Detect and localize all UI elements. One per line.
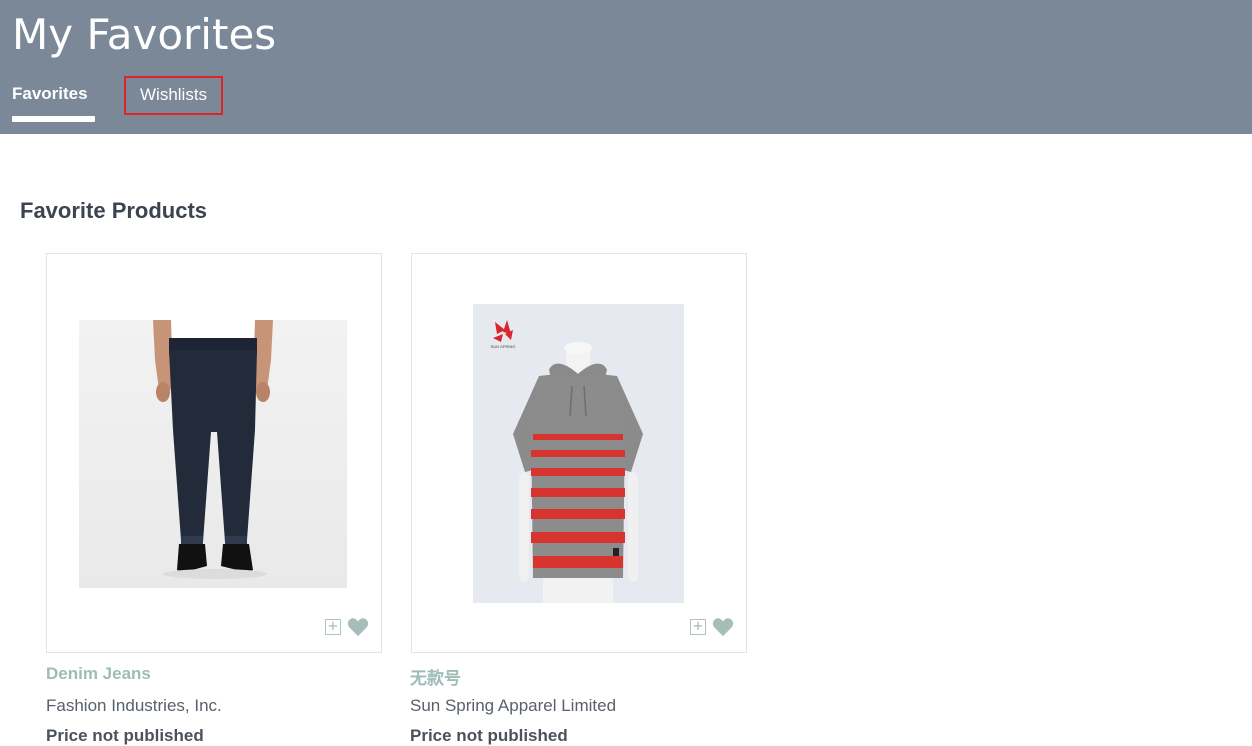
page-header: My Favorites Favorites Wishlists	[0, 0, 1252, 134]
add-to-list-icon[interactable]: +	[690, 619, 706, 635]
product-name[interactable]: 无款号	[410, 664, 461, 689]
card-actions: +	[690, 616, 734, 638]
product-image[interactable]	[79, 320, 347, 588]
product-card[interactable]: +	[46, 253, 382, 653]
product-photo-jeans	[79, 320, 347, 588]
heart-icon[interactable]	[347, 617, 369, 637]
card-actions: +	[325, 616, 369, 638]
product-price: Price not published	[46, 726, 204, 745]
product-card[interactable]: SUN SPRING +	[411, 253, 747, 653]
active-tab-indicator	[12, 116, 95, 122]
product-supplier: Sun Spring Apparel Limited	[410, 696, 617, 715]
tab-favorites[interactable]: Favorites	[12, 84, 95, 122]
heart-icon[interactable]	[712, 617, 734, 637]
product-price: Price not published	[410, 726, 568, 745]
brand-logo-text: SUN SPRING	[491, 344, 516, 349]
product-photo-hoodie: SUN SPRING	[473, 304, 684, 603]
product-supplier: Fashion Industries, Inc.	[46, 696, 222, 715]
tab-wishlists[interactable]: Wishlists	[124, 76, 224, 115]
tab-wishlists-label: Wishlists	[140, 85, 208, 104]
section-title: Favorite Products	[20, 198, 208, 223]
tab-favorites-label: Favorites	[12, 84, 88, 103]
add-to-list-icon[interactable]: +	[325, 619, 341, 635]
product-name[interactable]: Denim Jeans	[46, 664, 151, 684]
page-title: My Favorites	[12, 10, 277, 59]
product-image[interactable]: SUN SPRING	[473, 304, 684, 603]
